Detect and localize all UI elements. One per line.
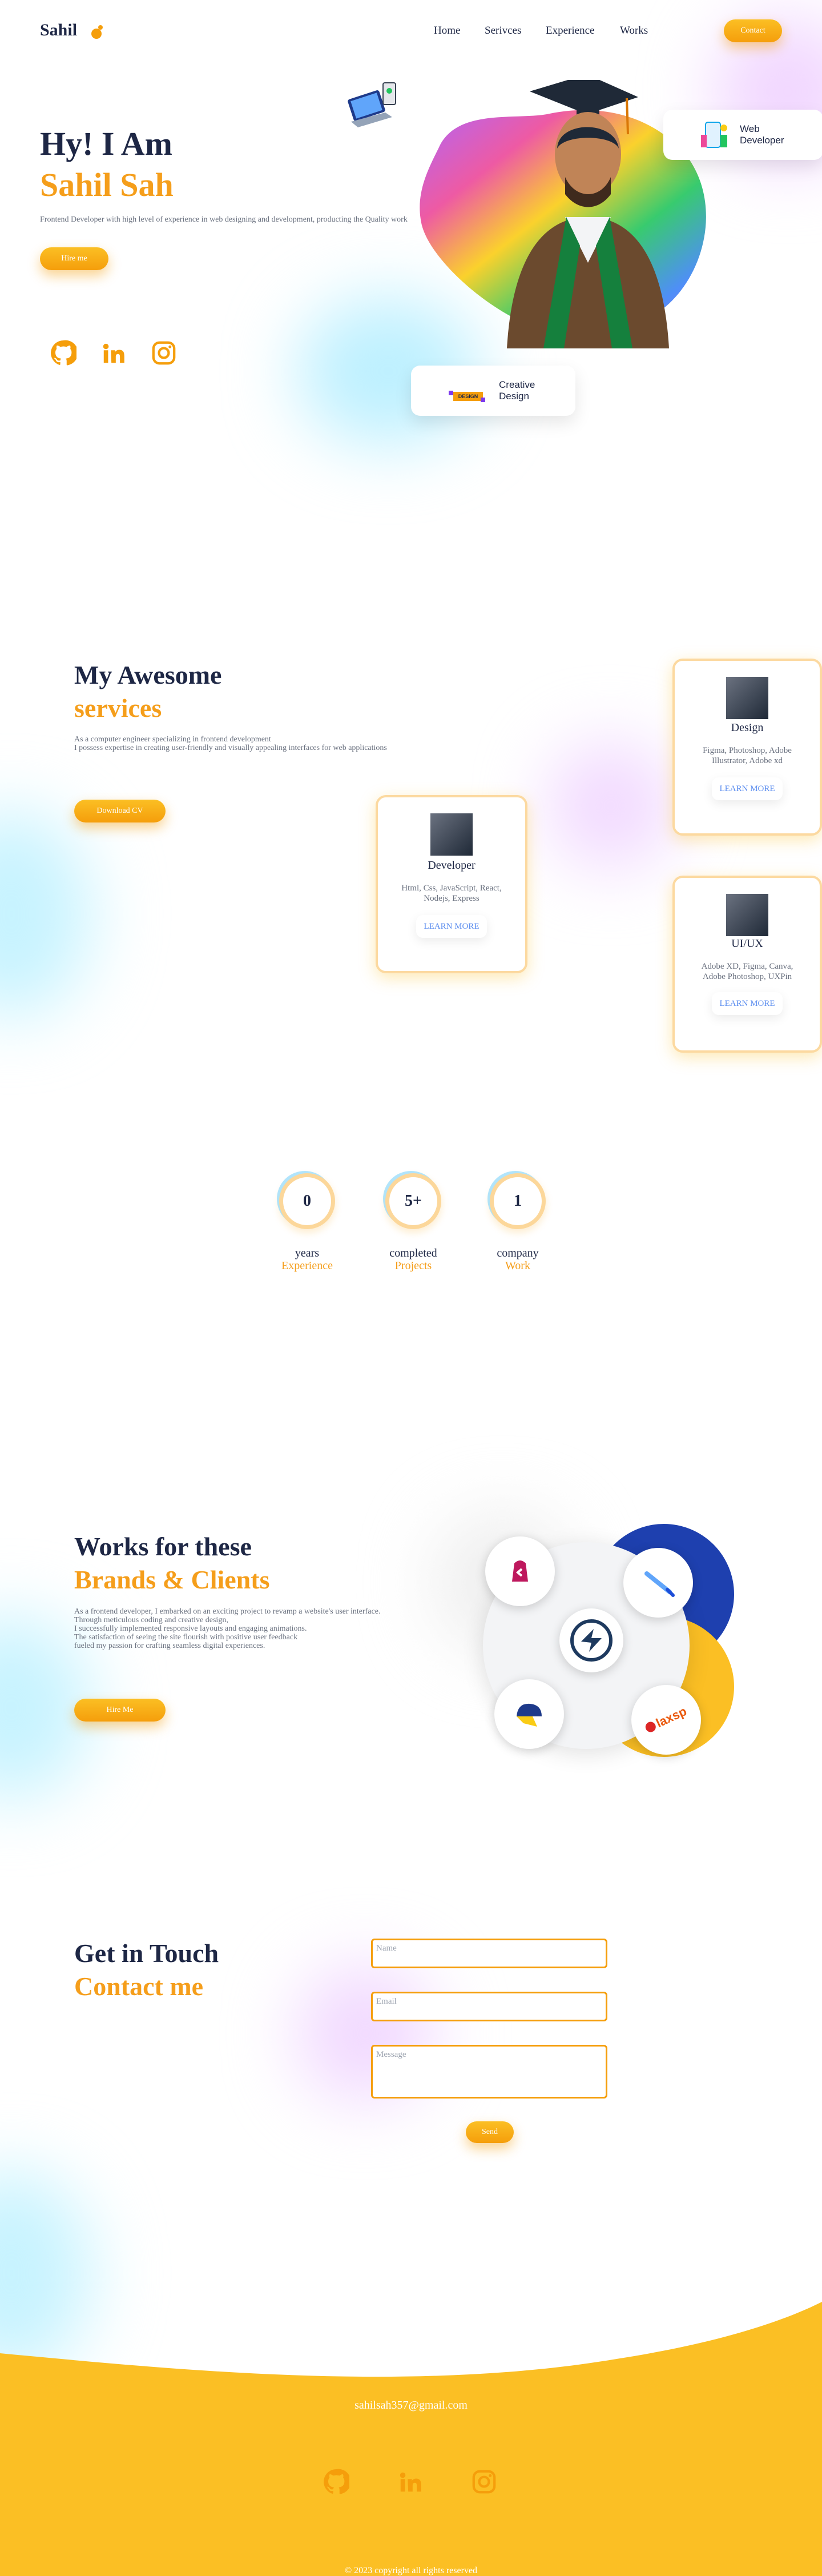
brand-logo-center[interactable] — [559, 1608, 623, 1672]
stat-sublabel: Work — [505, 1259, 530, 1272]
web-developer-icon — [698, 119, 731, 151]
contact-title-highlight: Contact me — [74, 1972, 204, 2001]
paintbrush-logo-icon — [644, 1571, 675, 1597]
works-desc-1: As a frontend developer, I embarked on a… — [74, 1607, 381, 1616]
instagram-icon[interactable] — [151, 340, 177, 366]
service-desc: Html, Css, JavaScript, React, Nodejs, Ex… — [401, 884, 502, 903]
uiux-service-image — [726, 894, 768, 936]
nav-works[interactable]: Works — [620, 25, 648, 37]
creative-design-label: Creative Design — [499, 379, 535, 402]
laxsp-logo-text: laxsp — [654, 1703, 690, 1731]
stat-ring-experience: 0 — [279, 1173, 335, 1229]
service-card-uiux: UI/UX Adobe XD, Figma, Canva, Adobe Phot… — [672, 876, 822, 1053]
footer-github-icon[interactable] — [323, 2469, 351, 2495]
learn-more-button[interactable]: LEARN MORE — [712, 992, 783, 1015]
stat-ring-projects: 5+ — [385, 1173, 441, 1229]
stat-label: completed — [389, 1247, 437, 1259]
brand-logo-top-right[interactable] — [623, 1548, 693, 1618]
creative-design-card: DESIGN Creative Design — [411, 366, 575, 416]
works-desc-5: fueled my passion for crafting seamless … — [74, 1642, 265, 1650]
stat-ring-company: 1 — [490, 1173, 546, 1229]
email-input[interactable]: Email — [371, 1992, 607, 2021]
contact-title: Get in Touch — [74, 1939, 219, 1968]
services-title: My Awesome — [74, 660, 222, 689]
footer-copyright: © 2023 copyright all rights reserved — [344, 2566, 478, 2575]
service-card-design: Design Figma, Photoshop, Adobe Illustrat… — [672, 659, 822, 836]
logo-dot-icon — [91, 29, 102, 39]
message-textarea[interactable]: Message — [371, 2045, 607, 2098]
services-title-highlight: services — [74, 693, 162, 723]
hire-me-button[interactable]: Hire me — [40, 247, 108, 270]
stat-sublabel: Experience — [281, 1259, 333, 1272]
works-desc-4: The satisfaction of seeing the site flou… — [74, 1633, 298, 1642]
service-title: UI/UX — [731, 937, 763, 950]
footer-linkedin-icon[interactable] — [397, 2469, 424, 2495]
learn-more-button[interactable]: LEARN MORE — [416, 915, 487, 938]
brand-logo-top-left[interactable] — [485, 1536, 555, 1606]
nav-experience[interactable]: Experience — [546, 25, 594, 37]
service-title: Design — [731, 721, 764, 734]
works-title-highlight: Brands & Clients — [74, 1565, 270, 1594]
stat-label: company — [497, 1247, 539, 1259]
stat-label: years — [295, 1247, 320, 1259]
service-desc: Adobe XD, Figma, Canva, Adobe Photoshop,… — [701, 962, 793, 981]
download-cv-button[interactable]: Download CV — [74, 800, 166, 822]
service-title: Developer — [428, 859, 476, 872]
github-icon[interactable] — [50, 340, 78, 366]
nav-services[interactable]: Serivces — [485, 25, 521, 37]
logo[interactable]: Sahil — [40, 21, 77, 40]
linkedin-icon[interactable] — [100, 340, 127, 366]
web-developer-label: Web Developer — [740, 123, 784, 146]
developer-service-image — [430, 813, 473, 856]
hero-name: Sahil Sah — [40, 166, 174, 203]
bolt-logo-icon — [570, 1619, 613, 1662]
send-button[interactable]: Send — [466, 2121, 514, 2143]
brand-logo-bottom-left[interactable] — [494, 1679, 564, 1749]
footer-instagram-icon[interactable] — [471, 2469, 497, 2495]
web-developer-card: Web Developer — [663, 110, 822, 160]
design-badge-icon: DESIGN — [448, 378, 487, 403]
works-desc-2: Through meticulous coding and creative d… — [74, 1616, 228, 1624]
contact-button[interactable]: Contact — [724, 19, 782, 42]
footer-email[interactable]: sahilsah357@gmail.com — [0, 2399, 822, 2412]
services-desc-1: As a computer engineer specializing in f… — [74, 735, 271, 744]
laptop-illustration — [345, 77, 402, 134]
learn-more-button[interactable]: LEARN MORE — [712, 777, 783, 800]
hero-greeting: Hy! I Am — [40, 125, 172, 162]
footer-wave — [0, 2290, 822, 2576]
stat-sublabel: Projects — [394, 1259, 432, 1272]
service-desc: Figma, Photoshop, Adobe Illustrator, Ado… — [703, 746, 792, 765]
works-desc-3: I successfully implemented responsive la… — [74, 1624, 307, 1633]
hero-tagline: Frontend Developer with high level of ex… — [40, 215, 408, 224]
nav-home[interactable]: Home — [434, 25, 460, 37]
helmet-logo-icon — [517, 1703, 542, 1727]
brand-logo-bottom-right[interactable]: laxsp — [631, 1685, 701, 1755]
services-desc-2: I possess expertise in creating user-fri… — [74, 744, 387, 752]
design-service-image — [726, 677, 768, 719]
logo-dot-small-icon — [98, 25, 103, 30]
shopify-like-logo-icon — [512, 1560, 528, 1582]
hire-me-works-button[interactable]: Hire Me — [74, 1699, 166, 1722]
service-card-developer: Developer Html, Css, JavaScript, React, … — [376, 795, 527, 973]
works-title: Works for these — [74, 1532, 252, 1561]
name-input[interactable]: Name — [371, 1939, 607, 1968]
